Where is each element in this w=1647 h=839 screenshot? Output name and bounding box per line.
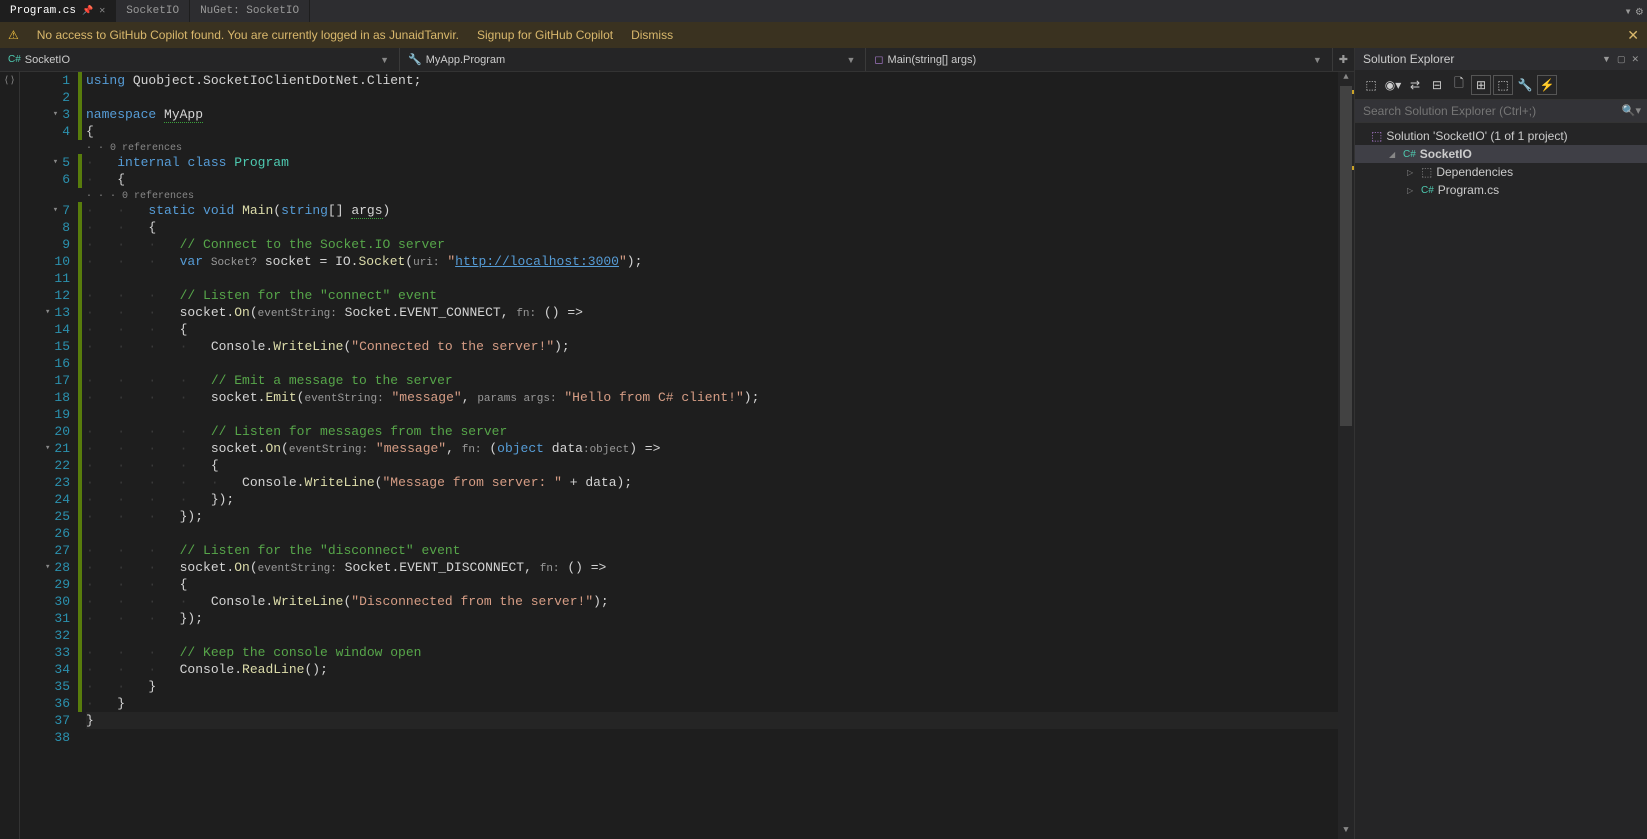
pin-icon[interactable]: ▢ [1617,54,1626,65]
method-icon: ◻ [874,53,883,66]
tab-label: Program.cs [10,5,76,17]
wrench-icon[interactable]: 🔧 [1515,75,1535,95]
close-icon[interactable]: ✕ [1631,54,1639,65]
close-icon[interactable]: ✕ [1627,27,1639,44]
tab-program-cs[interactable]: Program.cs 📌 ✕ [0,0,116,22]
warning-icon: ⚠ [8,28,19,42]
tab-label: SocketIO [126,5,179,17]
vertical-scrollbar[interactable]: ▲ ▼ [1338,72,1354,839]
nav-class-label: MyApp.Program [426,54,505,66]
chevron-down-icon: ▼ [846,55,855,65]
dependencies-node[interactable]: ▷ ⬚ Dependencies [1355,163,1647,181]
dependencies-label: Dependencies [1436,165,1513,179]
dropdown-icon[interactable]: ▼ [1602,54,1611,65]
copilot-message: No access to GitHub Copilot found. You a… [37,28,459,42]
pin-icon[interactable]: 📌 [82,6,93,16]
tab-bar: Program.cs 📌 ✕ SocketIO NuGet: SocketIO … [0,0,1647,22]
line-number-gutter: 1 2 ▾3 4 ▾5 6 ▾7 8 9 10 11 12 ▾13 14 1 [20,72,78,839]
tab-socketio[interactable]: SocketIO [116,0,190,22]
split-editor-icon[interactable]: ✚ [1333,53,1354,66]
solution-icon: ⬚ [1371,129,1382,143]
panel-title: Solution Explorer [1363,52,1454,66]
chevron-down-icon: ▼ [380,55,389,65]
scroll-down-icon[interactable]: ▼ [1338,825,1354,839]
csharp-file-icon: C# [1421,185,1434,196]
codelens-references[interactable]: 0 references [122,191,194,202]
expand-icon[interactable]: ▷ [1407,168,1417,177]
settings-icon[interactable]: ⚙ [1636,4,1643,19]
explorer-toolbar: ⬚ ◉▾ ⇄ ⊟ 🗋 ⊞ ⬚ 🔧 ⚡ [1355,70,1647,100]
scroll-up-icon[interactable]: ▲ [1338,72,1354,86]
collapse-icon[interactable]: ⊟ [1427,75,1447,95]
nav-project[interactable]: C# SocketIO ▼ [0,48,400,71]
tab-nuget[interactable]: NuGet: SocketIO [190,0,310,22]
copilot-signup-link[interactable]: Signup for GitHub Copilot [477,28,613,42]
nav-member-label: Main(string[] args) [888,54,977,66]
project-label: SocketIO [1420,147,1472,161]
sync-icon[interactable]: ⇄ [1405,75,1425,95]
csharp-project-icon: C# [1403,149,1416,160]
switch-view-icon[interactable]: ◉▾ [1383,75,1403,95]
preview-icon[interactable]: ⬚ [1493,75,1513,95]
file-label: Program.cs [1438,183,1499,197]
file-node-program-cs[interactable]: ▷ C# Program.cs [1355,181,1647,199]
home-icon[interactable]: ⬚ [1361,75,1381,95]
solution-explorer-title: Solution Explorer ▼ ▢ ✕ [1355,48,1647,70]
copilot-dismiss-link[interactable]: Dismiss [631,28,673,42]
properties-icon[interactable]: ⊞ [1471,75,1491,95]
solution-explorer: Solution Explorer ▼ ▢ ✕ ⬚ ◉▾ ⇄ ⊟ 🗋 ⊞ ⬚ 🔧… [1355,48,1647,839]
tab-overflow-icon[interactable]: ▾ [1625,4,1632,19]
nav-member[interactable]: ◻ Main(string[] args) ▼ [866,48,1332,71]
editor-pane: C# SocketIO ▼ 🔧 MyApp.Program ▼ ◻ Main(s… [0,48,1355,839]
code-editor[interactable]: ⟨⟩ 1 2 ▾3 4 ▾5 6 ▾7 8 9 10 11 12 [0,72,1354,839]
nav-project-label: SocketIO [25,54,70,66]
dependencies-icon: ⬚ [1421,165,1432,179]
project-node[interactable]: ◢ C# SocketIO [1355,145,1647,163]
codelens-references[interactable]: 0 references [110,143,182,154]
expand-icon[interactable]: ▷ [1407,186,1417,195]
filter-icon[interactable]: ⚡ [1537,75,1557,95]
solution-tree: ⬚ Solution 'SocketIO' (1 of 1 project) ◢… [1355,123,1647,839]
code-navbar: C# SocketIO ▼ 🔧 MyApp.Program ▼ ◻ Main(s… [0,48,1354,72]
explorer-search: 🔍▾ [1355,100,1647,123]
close-icon[interactable]: ✕ [99,5,105,17]
search-input[interactable] [1355,100,1647,122]
scrollbar-thumb[interactable] [1340,86,1352,426]
code-content[interactable]: using Quobject.SocketIoClientDotNet.Clie… [82,72,1338,839]
show-all-icon[interactable]: 🗋 [1449,75,1469,95]
tab-label: NuGet: SocketIO [200,5,299,17]
expand-icon[interactable]: ◢ [1389,150,1399,159]
class-icon: 🔧 [408,53,422,66]
copilot-notification: ⚠ No access to GitHub Copilot found. You… [0,22,1647,48]
csharp-icon: C# [8,54,21,65]
search-icon[interactable]: 🔍▾ [1622,104,1641,117]
nav-class[interactable]: 🔧 MyApp.Program ▼ [400,48,866,71]
solution-node[interactable]: ⬚ Solution 'SocketIO' (1 of 1 project) [1355,127,1647,145]
glyph-margin: ⟨⟩ [0,72,20,839]
chevron-down-icon: ▼ [1313,55,1322,65]
solution-label: Solution 'SocketIO' (1 of 1 project) [1386,129,1567,143]
